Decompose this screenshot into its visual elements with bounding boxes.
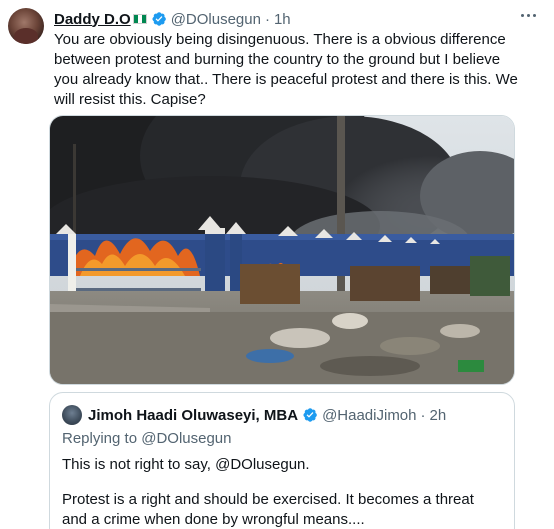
verified-badge-icon [152,12,166,26]
author-avatar[interactable] [8,8,44,44]
quoted-author-avatar[interactable] [62,405,82,425]
burning-market-photo [50,116,514,384]
more-options-icon[interactable] [521,14,536,17]
quoted-tweet[interactable]: Jimoh Haadi Oluwaseyi, MBA @HaadiJimoh ·… [49,392,515,529]
quoted-tweet-header: Jimoh Haadi Oluwaseyi, MBA @HaadiJimoh ·… [88,404,446,426]
replying-to: Replying to @DOlusegun [62,430,232,447]
quoted-author-handle[interactable]: @HaadiJimoh [322,407,416,424]
quoted-tweet-timestamp[interactable]: 2h [430,407,447,424]
tweet-text: You are obviously being disingenuous. Th… [54,31,518,108]
quoted-tweet-text-line1: This is not right to say, @DOlusegun. [62,456,310,473]
quoted-tweet-text-line2: Protest is a right and should be exercis… [62,491,474,528]
tweet-header: Daddy D.O @DOlusegun · 1h [54,8,291,30]
quoted-author-display-name[interactable]: Jimoh Haadi Oluwaseyi, MBA [88,407,298,424]
nigeria-flag-icon [132,14,147,24]
separator-dot: · [264,10,270,28]
replying-to-prefix: Replying to [62,430,138,447]
separator-dot: · [420,406,426,424]
author-display-name[interactable]: Daddy D.O [54,11,131,28]
tweet-timestamp[interactable]: 1h [274,11,291,28]
tweet-photo[interactable] [49,115,515,385]
verified-badge-icon [303,408,317,422]
author-handle[interactable]: @DOlusegun [171,11,261,28]
replying-to-mention[interactable]: @DOlusegun [141,430,231,447]
tweet[interactable]: Daddy D.O @DOlusegun · 1h You are obviou… [0,0,554,529]
